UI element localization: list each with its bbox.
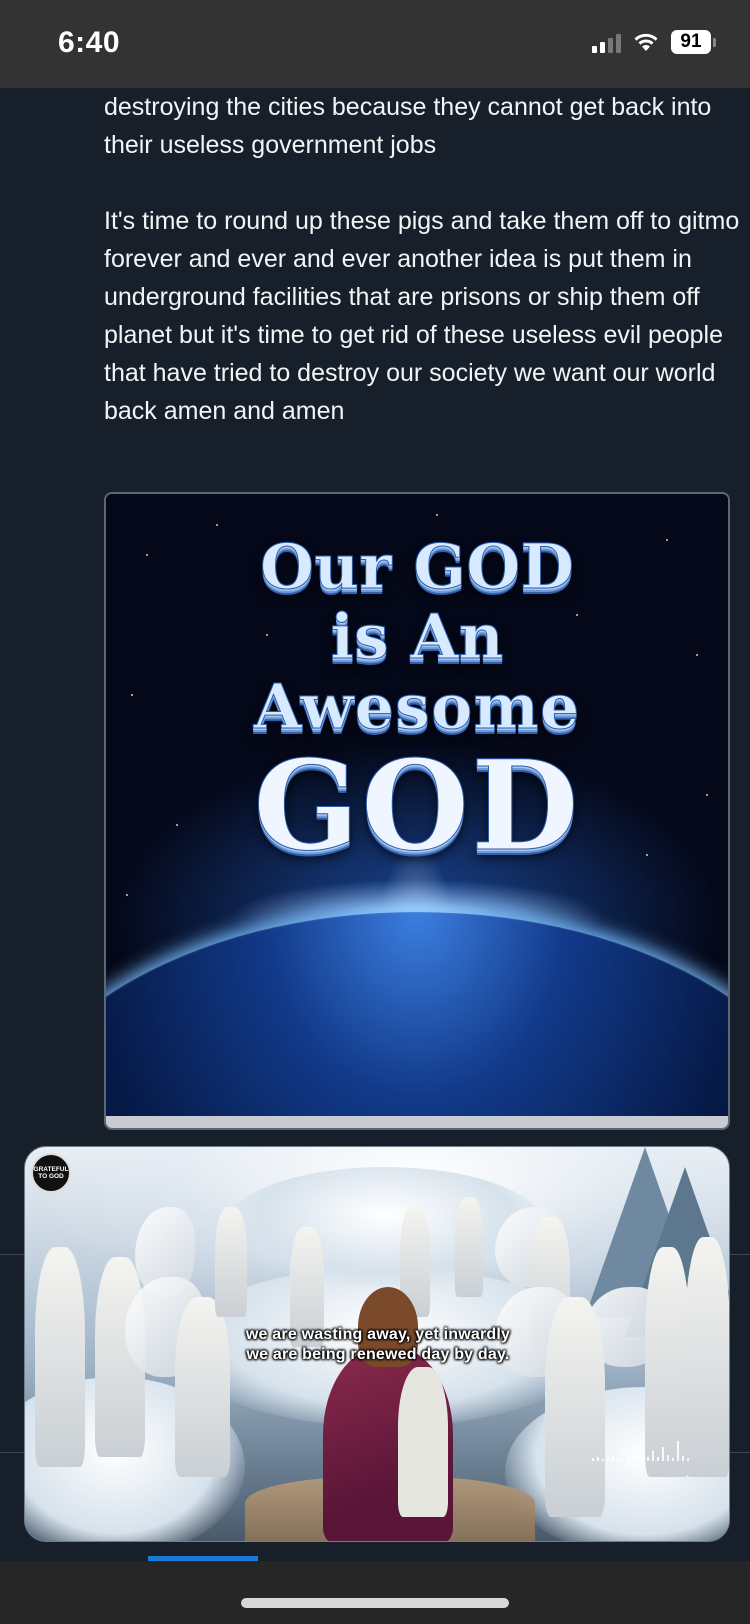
bottom-bar: [0, 1561, 750, 1624]
channel-logo-text: TO GOD: [38, 1173, 64, 1180]
image-headline-line2: is An: [330, 600, 504, 673]
floating-video-player[interactable]: GRATEFUL TO GOD we are wasting away, yet…: [24, 1146, 730, 1542]
channel-logo[interactable]: GRATEFUL TO GOD: [31, 1153, 71, 1193]
home-indicator[interactable]: [241, 1598, 509, 1608]
post-image[interactable]: Our GOD is An Awesome GOD: [104, 492, 730, 1130]
audio-waveform-icon: [592, 1437, 689, 1461]
image-footer-bar: [106, 1116, 728, 1128]
status-time: 6:40: [58, 26, 121, 59]
cosmic-earth-image: Our GOD is An Awesome GOD: [106, 494, 728, 1116]
status-bar: 6:40 91: [0, 0, 750, 88]
caption-line: we are wasting away, yet inwardly: [245, 1326, 511, 1343]
post-body: destroying the cities because they canno…: [104, 88, 744, 430]
post-paragraph: It's time to round up these pigs and tak…: [104, 207, 740, 425]
earth-horizon: [106, 912, 728, 1116]
video-caption: we are wasting away, yet inwardly we are…: [25, 1325, 729, 1365]
image-headline-line3: Awesome: [253, 670, 581, 743]
channel-logo-text: GRATEFUL: [33, 1166, 69, 1173]
post-paragraph: destroying the cities because they canno…: [104, 93, 712, 159]
image-headline-line1: Our GOD: [259, 530, 575, 603]
status-icons: 91: [592, 30, 716, 54]
battery-icon: 91: [671, 30, 716, 54]
caption-line: we are being renewed day by day.: [246, 1346, 510, 1363]
wifi-icon: [634, 33, 658, 51]
battery-level: 91: [671, 30, 711, 54]
cellular-signal-icon: [592, 31, 621, 53]
image-headline-line4: GOD: [253, 734, 581, 879]
